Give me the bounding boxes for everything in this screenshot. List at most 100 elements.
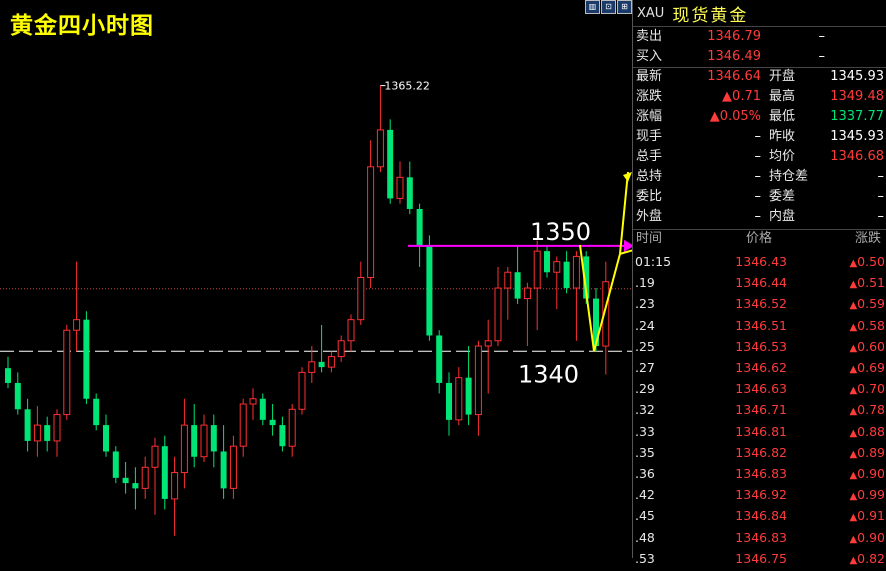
candle-body-up [33,424,41,442]
stat-value: – [754,209,762,224]
tick-header-change: 涨跌 [855,231,882,246]
stat-label: 昨收 [769,129,796,144]
tick-change: ▲0.60 [849,336,885,359]
up-arrow-icon: ▲ [849,258,858,269]
candle-body-down [210,425,217,452]
stat-value: 1346.64 [707,69,761,84]
stat-label: 总持 [636,169,663,184]
candle-body-up [53,414,61,442]
tick-time: .24 [635,317,655,333]
candle-body-down [93,398,100,426]
stat-row: 涨跌 ▲0.71 最高 1349.48 [633,87,886,107]
buy-label: 买入 [636,49,663,64]
stat-row: 总手 – 均价 1346.68 [633,147,886,167]
stat-row: 委比 – 委差 – [633,187,886,207]
candlestick-chart[interactable]: 1365.22 1350 1340 黄金四小时图 ▥ ⊡ ⊞ [0,0,632,558]
stat-row: 最新 1346.64 开盘 1345.93 [633,67,886,87]
tick-change: ▲0.99 [849,484,885,507]
candle-body-up [298,371,306,410]
tick-row: .42 1346.92 ▲0.99 [633,484,886,505]
stat-value: 1345.93 [830,129,884,144]
tick-change-value: 0.89 [857,444,885,460]
stat-value: – [754,149,762,164]
candle-body-down [44,425,51,441]
stat-label: 委比 [636,189,663,204]
stat-label: 均价 [769,149,796,164]
candle-body-down [446,382,452,420]
tick-row: .36 1346.83 ▲0.90 [633,463,886,484]
stat-value: – [754,169,762,184]
stat-label: 持仓差 [769,169,809,184]
candle-body-up [239,403,247,447]
tick-change-value: 0.99 [857,487,885,503]
tick-change-value: 0.91 [857,508,885,524]
tick-price: 1346.82 [735,444,787,460]
stat-value: – [877,169,885,184]
tick-change: ▲0.89 [849,442,885,465]
tick-change-value: 0.90 [857,466,885,481]
tick-row: .19 1346.44 ▲0.51 [633,272,886,293]
level-1340-label: 1340 [518,360,579,388]
candle-body-down [103,425,109,452]
stat-row: 现手 – 昨收 1345.93 [633,127,886,147]
candle-body-down [416,208,423,246]
tick-price: 1346.62 [735,360,787,375]
tick-change: ▲0.91 [849,505,885,528]
up-arrow-icon: ▲ [849,364,858,375]
stat-label: 开盘 [769,69,796,84]
restore-button[interactable]: ⊡ [601,0,616,14]
candle-body-up [396,176,404,199]
tick-change: ▲0.70 [849,378,885,401]
quote-panel: XAU 现货黄金 卖出 1346.79 – 买入 1346.49 – 最新 134… [632,0,886,566]
candle-body-down [387,129,394,199]
tick-time: .19 [635,275,655,291]
candle-body-down [563,261,570,289]
tick-change: ▲0.90 [849,463,885,486]
sell-price: 1346.79 [707,29,761,44]
stat-label: 外盘 [636,209,663,224]
tick-price: 1346.51 [735,317,787,333]
tick-header-time: 时间 [636,231,663,246]
stat-label: 涨跌 [636,89,663,104]
stat-value: – [877,189,885,204]
stat-value: – [754,129,762,144]
tick-change: ▲0.59 [849,293,885,316]
chart-title: 黄金四小时图 [10,13,154,39]
tick-row: .53 1346.75 ▲0.82 [633,548,886,569]
tick-price: 1346.63 [735,381,787,397]
tick-change-value: 0.70 [857,381,885,397]
tick-time: .48 [635,529,655,545]
stat-value: 1346.68 [830,149,884,164]
sell-volume: – [818,29,826,44]
symbol-header[interactable]: XAU 现货黄金 [633,0,886,27]
candle-body-down [220,451,227,489]
tick-price: 1346.83 [735,466,787,481]
buy-price: 1346.49 [707,49,761,64]
stat-value: ▲0.71 [722,89,761,104]
candle-body-up [180,424,188,474]
candle-body-down [24,409,31,441]
tick-row: .25 1346.53 ▲0.60 [633,336,886,357]
tick-change: ▲0.88 [849,421,885,444]
candle-body-up [327,356,335,368]
maximize-button[interactable]: ⊞ [617,0,632,14]
layout-button[interactable]: ▥ [585,0,600,14]
sell-row: 卖出 1346.79 – [633,27,886,47]
candle-body-up [63,329,71,416]
tick-header-price: 价格 [746,231,773,246]
tick-time: .29 [635,381,655,397]
candle-body-down [5,368,11,383]
candle-body-up [347,319,355,342]
candle-body-up [455,377,463,421]
tick-time: .23 [635,296,655,312]
up-arrow-icon: ▲ [849,448,858,460]
stat-row: 外盘 – 内盘 – [633,207,886,227]
tick-time: .27 [635,360,655,375]
candle-body-down [544,251,550,273]
tick-change: ▲0.58 [849,315,885,338]
buy-row: 买入 1346.49 – [633,47,886,67]
up-arrow-icon: ▲ [849,300,858,312]
up-arrow-icon: ▲ [849,385,858,397]
tick-change: ▲0.82 [849,548,885,571]
tick-change-value: 0.58 [857,317,885,333]
